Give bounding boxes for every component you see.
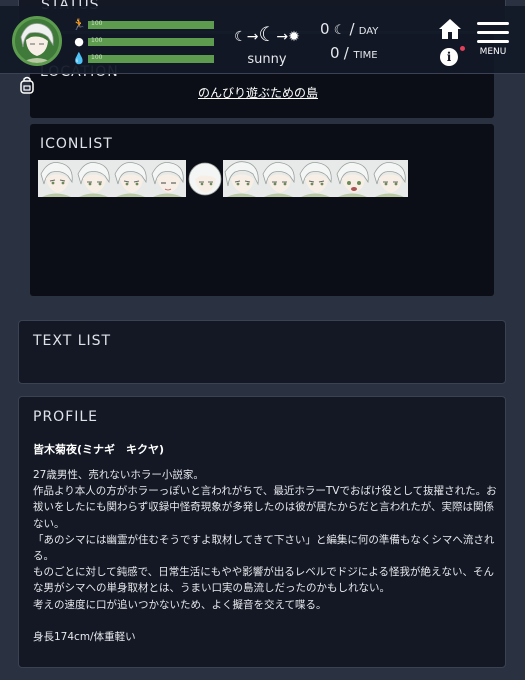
character-icon[interactable] [75,160,112,197]
profile-body: 27歳男性、売れないホラー小説家。 作品より本人の方がホラーっぽいと言われがちで… [33,467,497,645]
character-icon[interactable] [186,160,223,197]
apple-icon: ● [74,35,84,48]
thirst-bar: 100 [88,54,214,63]
profile-line: 27歳男性、売れないホラー小説家。 [33,469,204,481]
backpack-icon[interactable] [18,76,36,94]
status-bars: 🏃 100 ● 100 💧 100 [72,16,214,67]
character-icon[interactable] [334,160,371,197]
profile-line: 「あのシマには幽霊が住むそうですよ取材してきて下さい」と編集に何の準備もなくシマ… [33,533,495,563]
time-counter: 0 / TIME [330,44,378,62]
character-icon[interactable] [149,160,186,197]
textlist-panel: TEXT LIST [18,320,506,384]
character-icon[interactable] [371,160,408,197]
sun-icon: ✹ [288,29,300,45]
textlist-title: TEXT LIST [33,333,112,349]
moon-icon: ☾ [333,23,346,38]
info-icon[interactable]: i [440,48,458,66]
menu-button[interactable]: MENU [477,22,509,70]
profile-line: 考えの速度に口が追いつかないため、よく擬音を交えて喋る。 [33,598,327,611]
character-icon[interactable] [38,160,75,197]
iconlist-panel: ICONLIST [18,124,506,298]
day-counter: 0 ☾ / DAY [320,20,379,38]
avatar[interactable] [12,16,62,66]
stamina-bar: 100 [88,20,214,29]
weather-display: ☾→☾→✹ sunny [222,22,312,67]
notification-dot [460,46,465,51]
running-person-icon: 🏃 [72,18,86,31]
moon-large-icon: ☾ [258,22,277,46]
moon-icon: ☾ [234,29,247,45]
profile-line: 作品より本人の方がホラーっぽいと言われがちで、最近ホラーTVでおばけ役として抜擢… [33,485,497,530]
profile-panel: PROFILE 皆木菊夜(ミナギ キクヤ) 27歳男性、売れないホラー小説家。 … [18,396,506,668]
hunger-bar: 100 [88,37,214,46]
iconlist-title: ICONLIST [40,136,113,152]
profile-title: PROFILE [33,409,99,425]
profile-name: 皆木菊夜(ミナギ キクヤ) [33,443,165,456]
weather-label: sunny [247,52,287,67]
character-icon[interactable] [112,160,149,197]
home-icon[interactable] [438,18,462,40]
icon-list [38,160,408,197]
character-icon[interactable] [223,160,260,197]
status-bar: 🏃 100 ● 100 💧 100 ☾→☾→✹ sunny 0 ☾ / DAY … [0,6,525,74]
menu-label: MENU [479,47,507,57]
profile-stats: 身長174cm/体重軽い [33,630,136,643]
character-icon[interactable] [260,160,297,197]
profile-line: ものごとに対して鈍感で、日常生活にもやや影響が出るレベルでドジによる怪我が絶えな… [33,566,494,595]
location-place-link[interactable]: のんびり遊ぶための島 [198,84,318,101]
character-icon[interactable] [297,160,334,197]
water-drop-icon: 💧 [72,52,86,65]
